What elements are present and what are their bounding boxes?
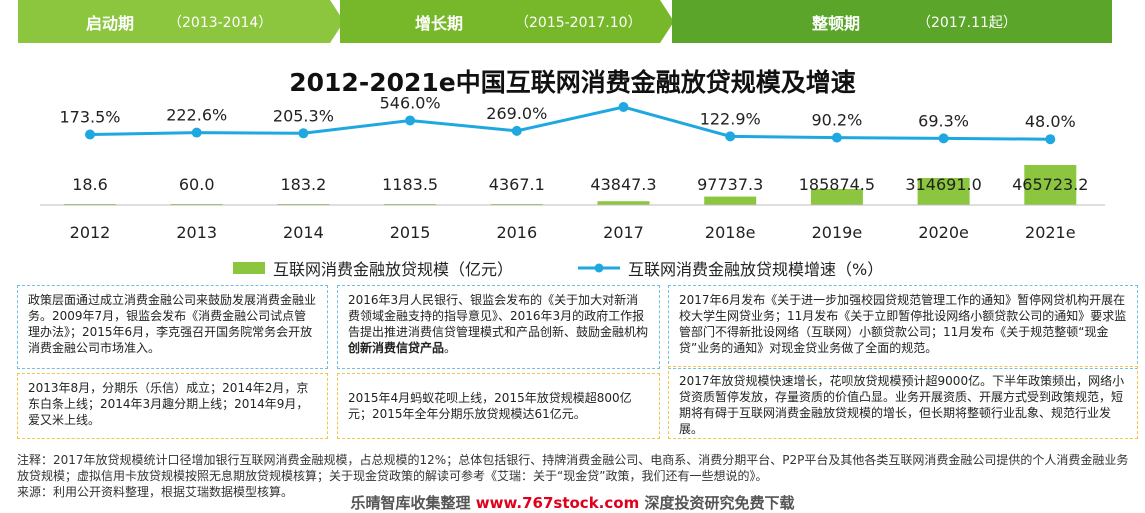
x-tick-label: 2012: [70, 223, 111, 242]
legend-bar-swatch: [233, 262, 265, 274]
growth-point: [405, 115, 416, 126]
box-text: 政策层面通过成立消费金融公司来鼓励发展消费金融业务。2009年7月，银监会发布《…: [28, 293, 317, 355]
bar-value-label: 314691.0: [905, 175, 981, 194]
growth-point: [511, 125, 522, 136]
x-tick-label: 2017: [603, 223, 644, 242]
legend-line: 互联网消费金融放贷规模增速（%）: [578, 256, 883, 280]
box-text: 2017年6月发布《关于进一步加强校园贷规范管理工作的通知》暂停网贷机构开展在校…: [679, 293, 1127, 355]
bar-value-label: 4367.1: [489, 175, 545, 194]
phase-name: 整顿期: [812, 13, 861, 33]
chart-title: 2012-2021e中国互联网消费金融放贷规模及增速: [289, 68, 856, 97]
market-box-start: 2013年8月，分期乐（乐信）成立；2014年2月，京东白条上线；2014年3月…: [17, 373, 328, 439]
growth-value-label: 205.3%: [273, 106, 334, 125]
footer-left: 乐晴智库收集整理: [350, 494, 471, 512]
bar: [704, 196, 757, 205]
bar-value-label: 18.6: [72, 175, 108, 194]
bar-value-label: 1183.5: [382, 175, 438, 194]
growth-value-label: 222.6%: [166, 106, 227, 125]
box-text: 2017年放贷规模快速增长，花呗放贷规模预计超9000亿。下半年政策频出，网络小…: [679, 374, 1125, 436]
policy-box-growth: 2016年3月人民银行、银监会发布的《关于加大对新消费领域金融支持的指导意见》、…: [337, 285, 660, 369]
policy-box-start: 政策层面通过成立消费金融公司来鼓励发展消费金融业务。2009年7月，银监会发布《…: [17, 285, 328, 369]
x-tick-label: 2016: [496, 223, 537, 242]
phase-period: （2017.11起）: [917, 14, 1017, 31]
box-text-end: 。: [444, 341, 457, 355]
box-text-bold: 创新消费信贷产品: [348, 341, 445, 355]
growth-point: [85, 129, 95, 140]
phase-period: （2013-2014）: [168, 14, 273, 31]
bar-value-label: 465723.2: [1012, 175, 1088, 194]
footer-right: 深度投资研究免费下载: [644, 494, 795, 512]
phase-period: （2015-2017.10）: [515, 14, 642, 31]
growth-point: [191, 127, 202, 138]
bar-value-label: 60.0: [179, 175, 215, 194]
growth-point: [618, 102, 629, 112]
phase-name: 增长期: [415, 13, 464, 33]
policy-box-consolidation: 2017年6月发布《关于进一步加强校园贷规范管理工作的通知》暂停网贷机构开展在校…: [668, 285, 1138, 369]
bar-value-label: 183.2: [280, 175, 326, 194]
box-text: 2015年4月蚂蚁花呗上线，2015年放贷规模超800亿元；2015年全年分期乐…: [348, 391, 632, 421]
box-text: 2016年3月人民银行、银监会发布的《关于加大对新消费领域金融支持的指导意见》、…: [348, 293, 649, 339]
x-tick-label: 2018e: [705, 223, 756, 242]
growth-value-label: 48.0%: [1025, 112, 1076, 131]
growth-value-label: 269.0%: [486, 104, 547, 123]
phase-banner-start: 启动期 （2013-2014）: [18, 0, 330, 43]
phase-banner-growth: 增长期 （2015-2017.10）: [340, 0, 660, 43]
growth-point: [831, 132, 842, 143]
x-tick-label: 2020e: [918, 223, 969, 242]
growth-line: [89, 105, 1051, 141]
x-tick-label: 2015: [390, 223, 431, 242]
growth-value-label: 90.2%: [811, 111, 862, 130]
note-text: 注释：2017年放贷规模统计口径增加银行互联网消费金融规模，占总规模的12%；总…: [17, 453, 1129, 483]
growth-value-label: 173.5%: [59, 107, 120, 126]
market-box-consolidation: 2017年放贷规模快速增长，花呗放贷规模预计超9000亿。下半年政策频出，网络小…: [668, 366, 1138, 439]
growth-point: [298, 128, 309, 139]
x-tick-label: 2019e: [812, 223, 863, 242]
phase-name: 启动期: [86, 13, 135, 33]
legend-bar-label: 互联网消费金融放贷规模（亿元）: [273, 260, 514, 279]
bar-value-label: 97737.3: [697, 175, 763, 194]
footer-site: www.767stock.com: [475, 494, 640, 512]
growth-point: [725, 131, 736, 142]
box-text: 2013年8月，分期乐（乐信）成立；2014年2月，京东白条上线；2014年3月…: [28, 381, 309, 427]
growth-point: [938, 133, 949, 144]
growth-value-label: 546.0%: [380, 95, 441, 112]
chart-area: 18.6 2012 60.0 2013 183.2 2014 1183.5 2015 4367.…: [40, 95, 1105, 242]
market-box-growth: 2015年4月蚂蚁花呗上线，2015年放贷规模超800亿元；2015年全年分期乐…: [337, 373, 660, 439]
phase-banner-consolidation: 整顿期 （2017.11起）: [672, 0, 1112, 43]
growth-value-label: 69.3%: [918, 111, 969, 130]
bar-value-label: 185874.5: [799, 175, 875, 194]
bar-value-label: 43847.3: [590, 175, 656, 194]
growth-value-label: 904.0%: [593, 95, 654, 99]
growth-point: [1045, 134, 1056, 145]
legend-bar: 互联网消费金融放贷规模（亿元）: [233, 256, 513, 280]
x-tick-label: 2014: [283, 223, 324, 242]
growth-value-label: 122.9%: [700, 109, 761, 128]
x-tick-label: 2013: [176, 223, 217, 242]
bar: [597, 201, 650, 205]
x-tick-label: 2021e: [1025, 223, 1076, 242]
legend-line-swatch: [578, 263, 620, 273]
legend-line-label: 互联网消费金融放贷规模增速（%）: [628, 260, 884, 279]
